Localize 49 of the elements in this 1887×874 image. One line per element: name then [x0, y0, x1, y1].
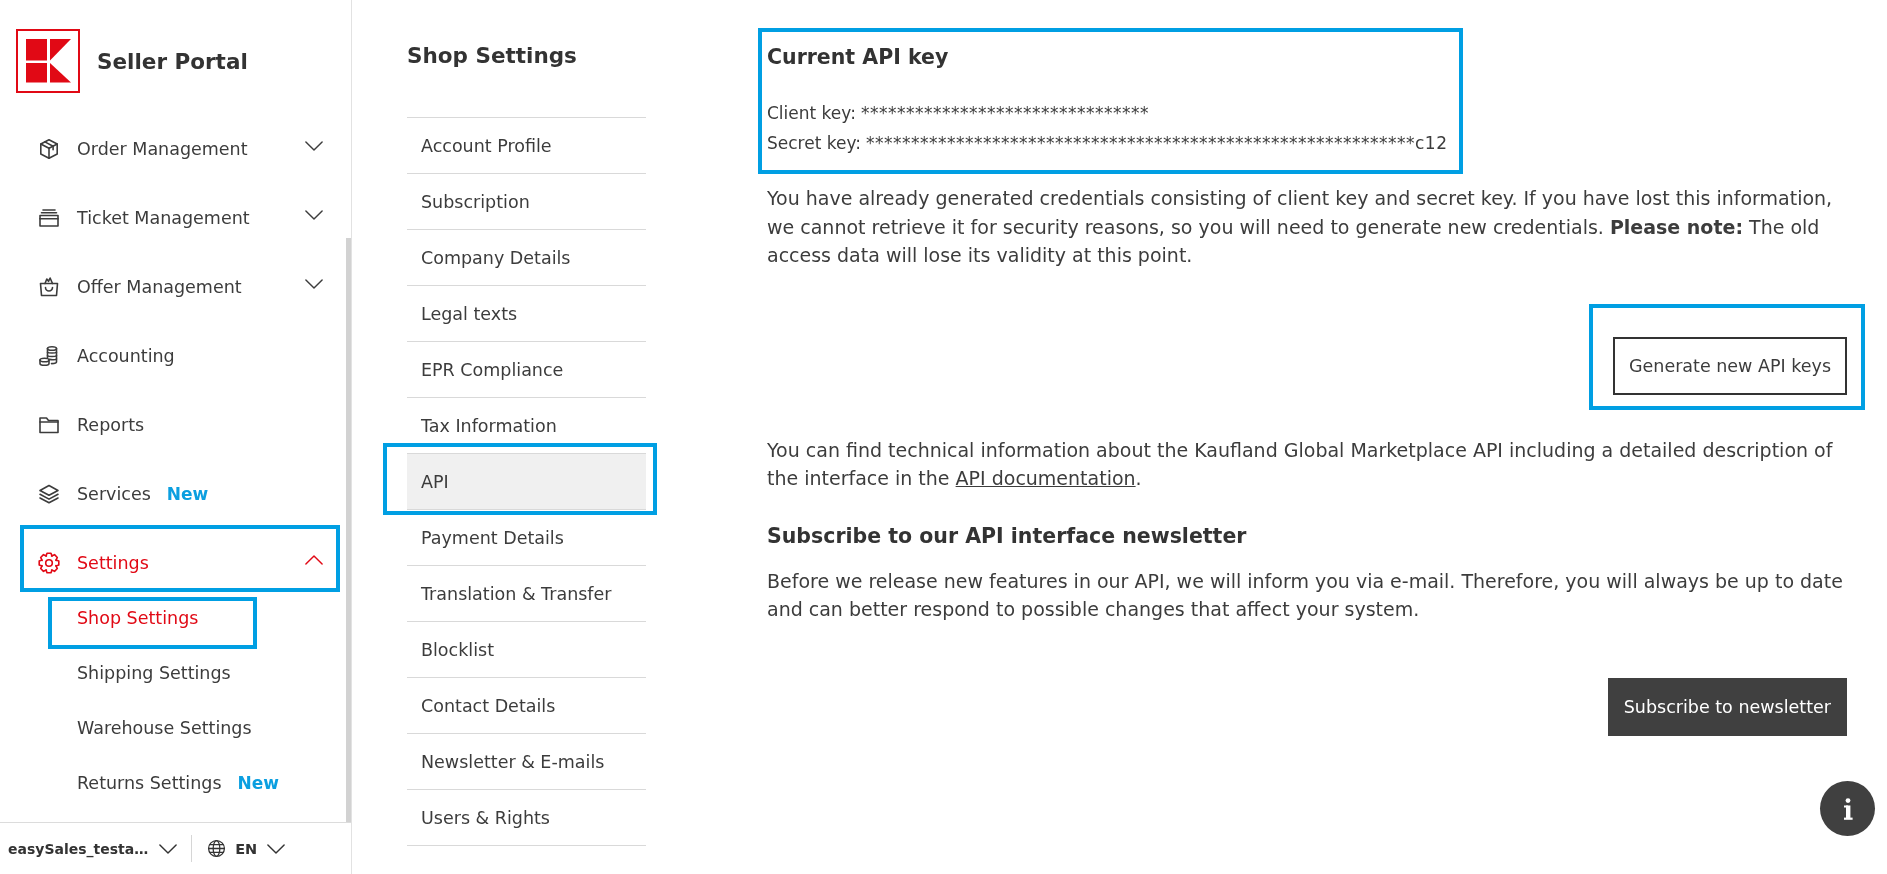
gear-icon: [37, 550, 61, 575]
sub-nav-item[interactable]: Returns Settings New: [48, 755, 287, 810]
section-heading: Shop Settings: [407, 42, 578, 70]
newsletter-heading: Subscribe to our API interface newsletter: [767, 522, 1248, 550]
info-icon: [1842, 797, 1853, 820]
nav-item[interactable]: Reports: [20, 390, 340, 459]
menu-item[interactable]: Legal texts: [407, 285, 646, 341]
masked-key-value: ********************************: [860, 102, 1149, 125]
chevron-down-icon: [159, 843, 178, 854]
menu-item[interactable]: Payment Details: [407, 509, 646, 565]
nav-item[interactable]: Services New: [20, 459, 340, 528]
masked-key-value: *************************************************************c12: [866, 132, 1448, 155]
menu-item[interactable]: Subscription: [407, 173, 646, 229]
menu-item[interactable]: Contact Details: [407, 677, 646, 733]
nav-item[interactable]: Ticket Management: [20, 183, 340, 252]
nav-item[interactable]: Accounting: [20, 321, 340, 390]
sub-nav-item[interactable]: Shipping Settings: [48, 645, 257, 700]
subscribe-button[interactable]: Subscribe to newsletter: [1607, 677, 1847, 736]
menu-item[interactable]: EPR Compliance: [407, 341, 646, 397]
newsletter-text: Before we release new features in our API, we will inform you via e-mail. Therefore, you will always be up to date and can better respond to possible changes that affect your system.: [767, 568, 1844, 622]
menu-item[interactable]: Blocklist: [407, 621, 646, 677]
scrollbar[interactable]: [346, 238, 351, 822]
menu-item[interactable]: Newsletter & E-mails: [407, 733, 646, 789]
app-title: Seller Portal: [97, 48, 248, 74]
chevron-down-icon: [267, 843, 286, 854]
sub-nav-item[interactable]: Warehouse Settings: [48, 700, 260, 755]
documentation-link[interactable]: API documentation: [955, 466, 1136, 489]
info-button[interactable]: [1820, 781, 1875, 836]
package-icon: [37, 136, 61, 161]
generate-keys-button[interactable]: Generate new API keys: [1612, 336, 1847, 395]
menu-item[interactable]: Company Details: [407, 229, 646, 285]
account-dropdown[interactable]: easySales_testa…: [8, 840, 178, 857]
menu-item[interactable]: Translation & Transfer: [407, 565, 646, 621]
menu-item[interactable]: Users & Rights: [407, 789, 646, 845]
globe-icon: [207, 839, 227, 858]
menu-item[interactable]: Account Profile: [407, 117, 646, 173]
menu-item[interactable]: API: [407, 453, 646, 509]
new-label: New: [166, 483, 209, 504]
language-dropdown[interactable]: EN: [207, 839, 286, 858]
nav-item[interactable]: Order Management: [20, 114, 340, 183]
new-label: New: [237, 772, 279, 793]
api-key-heading: Current API key: [767, 44, 950, 71]
shopping-bag-icon: [37, 274, 61, 299]
logo-icon: [16, 29, 80, 93]
key-label: Secret key:: [767, 132, 861, 155]
credentials-notice: You have already generated credentials consisting of client key and secret key. If you have lost this information, we cannot retrieve it for security reasons, so you will need to generate new credentials. Please note: The old access data will lose its validity at this point.: [767, 186, 1834, 268]
nav-item[interactable]: Offer Management: [20, 252, 340, 321]
key-label: Client key:: [767, 102, 856, 125]
documentation-text: You can find technical information about the Kaufland Global Marketplace API including a detailed description of the interface in the API documentation.: [767, 437, 1834, 491]
